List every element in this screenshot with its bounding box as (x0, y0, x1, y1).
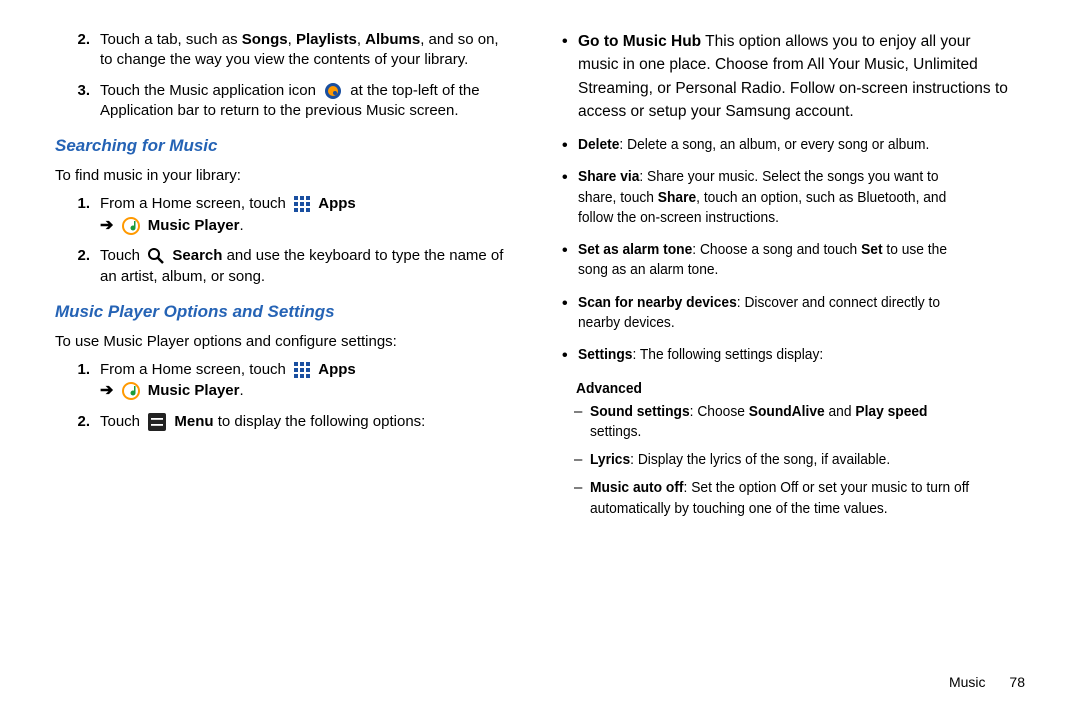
text: : Delete a song, an album, or every song… (619, 136, 929, 153)
text: Touch (100, 413, 144, 430)
step-3: 3. Touch the Music application icon at t… (55, 81, 510, 122)
footer-section: Music (949, 674, 986, 690)
text: : Choose a song and touch (692, 241, 861, 258)
label: Scan for nearby devices (578, 294, 737, 311)
step-2: 2. Touch a tab, such as Songs, Playlists… (55, 30, 510, 71)
option-settings: Settings: The following settings display… (560, 345, 1015, 365)
text-bold: Songs (242, 31, 288, 48)
ol-number: 2. (55, 412, 100, 432)
text: Touch the Music application icon (100, 82, 320, 99)
manual-page: 2. Touch a tab, such as Songs, Playlists… (0, 0, 1080, 720)
text: From a Home screen, touch (100, 195, 290, 212)
text: : The following settings display: (632, 346, 823, 363)
footer-page: 78 (1009, 674, 1025, 690)
text: : Choose (690, 403, 749, 420)
search-step-1: 1. From a Home screen, touch Apps ➔ Musi… (55, 194, 510, 236)
music-player-icon (122, 381, 140, 401)
search-label: Search (172, 247, 222, 264)
text: : Display the lyrics of the song, if ava… (630, 451, 890, 468)
step-body: Touch Search and use the keyboard to typ… (100, 246, 510, 287)
label: Sound settings (590, 403, 690, 420)
text-bold: Playlists (296, 31, 357, 48)
option-alarm: Set as alarm tone: Choose a song and tou… (560, 240, 1015, 281)
step-body: Touch the Music application icon at the … (100, 81, 510, 122)
apps-grid-icon (294, 194, 310, 214)
label: Delete (578, 136, 619, 153)
heading-searching: Searching for Music (55, 135, 510, 158)
adv-lyrics: Lyrics: Display the lyrics of the song, … (560, 450, 1015, 470)
opts-intro: To use Music Player options and configur… (55, 332, 510, 352)
right-column: Go to Music Hub This option allows you t… (535, 30, 1015, 700)
music-player-label: Music Player (148, 217, 240, 234)
opts-step-1: 1. From a Home screen, touch Apps ➔ Musi… (55, 360, 510, 402)
opts-step-2: 2. Touch Menu to display the following o… (55, 412, 510, 432)
music-player-icon (122, 216, 140, 236)
search-step-2: 2. Touch Search and use the keyboard to … (55, 246, 510, 287)
adv-music-auto-off: Music auto off: Set the option Off or se… (560, 478, 1015, 519)
arrow-icon: ➔ (100, 382, 113, 399)
heading-options: Music Player Options and Settings (55, 301, 510, 324)
label: Share (658, 189, 696, 206)
text: settings. (590, 423, 641, 440)
label: Set (861, 241, 882, 258)
text: and (825, 403, 856, 420)
advanced-title: Advanced (576, 379, 642, 399)
text: Touch a tab, such as (100, 31, 242, 48)
label: Go to Music Hub (578, 33, 701, 50)
step-body: From a Home screen, touch Apps ➔ Music P… (100, 360, 510, 402)
label: Settings (578, 346, 632, 363)
step-body: Touch a tab, such as Songs, Playlists, A… (100, 30, 510, 71)
ol-number: 2. (55, 246, 100, 287)
ol-number: 1. (55, 194, 100, 236)
option-delete: Delete: Delete a song, an album, or ever… (560, 135, 1015, 155)
label: Set as alarm tone (578, 241, 692, 258)
option-share: Share via: Share your music. Select the … (560, 167, 1015, 228)
step-body: Touch Menu to display the following opti… (100, 412, 510, 432)
text: Touch (100, 247, 144, 264)
ol-number: 1. (55, 360, 100, 402)
label: SoundAlive (749, 403, 825, 420)
label: Music auto off (590, 479, 684, 496)
adv-sound-settings: Sound settings: Choose SoundAlive and Pl… (560, 402, 1015, 443)
text-bold: Albums (365, 31, 420, 48)
left-column: 2. Touch a tab, such as Songs, Playlists… (55, 30, 535, 700)
arrow-icon: ➔ (100, 217, 113, 234)
option-scan: Scan for nearby devices: Discover and co… (560, 293, 1015, 334)
options-list: Go to Music Hub This option allows you t… (560, 30, 1015, 365)
search-icon (148, 246, 164, 266)
apps-grid-icon (294, 360, 310, 380)
page-footer: Music 78 (949, 673, 1025, 692)
label: Lyrics (590, 451, 630, 468)
text: to display the following options: (214, 413, 426, 430)
menu-icon (148, 412, 166, 432)
apps-label: Apps (318, 195, 356, 212)
label: Play speed (855, 403, 927, 420)
menu-label: Menu (174, 413, 213, 430)
label: Share via (578, 168, 639, 185)
ol-number: 2. (55, 30, 100, 71)
search-intro: To find music in your library: (55, 166, 510, 186)
music-player-label: Music Player (148, 382, 240, 399)
option-music-hub: Go to Music Hub This option allows you t… (560, 30, 1015, 123)
step-body: From a Home screen, touch Apps ➔ Music P… (100, 194, 510, 236)
music-app-icon (324, 81, 342, 101)
ol-number: 3. (55, 81, 100, 122)
apps-label: Apps (318, 361, 356, 378)
text: From a Home screen, touch (100, 361, 290, 378)
